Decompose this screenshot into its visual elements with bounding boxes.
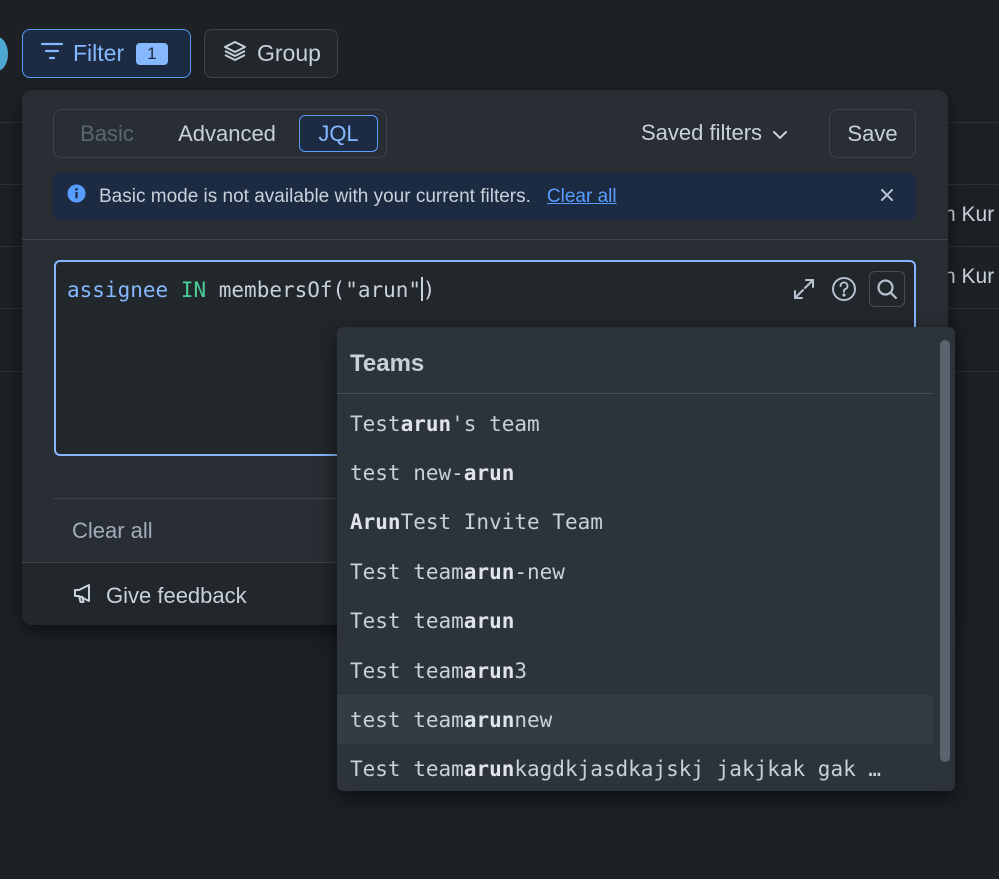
option-text-pre: Test team (350, 757, 464, 782)
tab-jql[interactable]: JQL (299, 115, 378, 152)
feedback-label: Give feedback (106, 583, 247, 608)
group-button[interactable]: Group (204, 29, 338, 78)
table-cell: n Kur (944, 203, 995, 226)
divider (337, 393, 933, 394)
option-text-post: -new (514, 559, 565, 584)
option-text-match: Arun (350, 510, 401, 535)
dropdown-heading: Teams (350, 350, 425, 377)
scrollbar-thumb[interactable] (940, 340, 950, 762)
option-text-post: Test Invite Team (400, 510, 603, 535)
team-option[interactable]: Test team arun kagdkjasdkajskj jakjkak g… (337, 745, 933, 791)
option-text-match: arun (463, 559, 515, 584)
option-text-post: 3 (514, 658, 528, 683)
jql-query: assignee IN membersOf("arun") (67, 277, 435, 302)
option-text-post: 's team (451, 411, 540, 436)
option-text-pre: Test team (350, 559, 464, 584)
mode-switcher: Basic Advanced JQL (53, 109, 387, 158)
team-option[interactable]: test new-arun (337, 448, 933, 497)
search-icon[interactable] (869, 271, 905, 307)
avatar[interactable] (0, 37, 8, 71)
editor-tools (789, 271, 905, 307)
divider (22, 239, 948, 240)
option-text-post: kagdkjasdkajskj jakjkak gak … (514, 757, 882, 782)
option-text-match: arun (463, 460, 515, 485)
team-option[interactable]: Test team arun (337, 597, 933, 646)
option-text-post: new (514, 707, 553, 732)
jql-field-token: assignee (67, 278, 169, 302)
option-text-pre: test team (350, 707, 464, 732)
jql-close-token: ) (422, 278, 436, 302)
tab-basic[interactable]: Basic (59, 115, 155, 152)
scrollbar[interactable] (933, 327, 955, 791)
option-text-match: arun (463, 707, 515, 732)
filter-icon (40, 40, 64, 67)
team-option[interactable]: Test team arun 3 (337, 646, 933, 695)
team-option[interactable]: Test team arun -new (337, 547, 933, 596)
filter-button[interactable]: Filter 1 (22, 29, 191, 78)
megaphone-icon (72, 581, 96, 611)
option-text-match: arun (463, 757, 515, 782)
option-text-match: arun (463, 658, 515, 683)
give-feedback-button[interactable]: Give feedback (72, 581, 247, 611)
filter-count-badge: 1 (136, 42, 168, 65)
info-icon (67, 184, 86, 209)
team-option[interactable]: Arun Test Invite Team (337, 498, 933, 547)
filter-label: Filter (73, 40, 125, 66)
jql-function-token: membersOf("arun" (218, 278, 422, 302)
clear-all-button[interactable]: Clear all (72, 518, 153, 544)
banner-clear-all-link[interactable]: Clear all (547, 186, 617, 208)
info-banner: Basic mode is not available with your cu… (53, 173, 916, 220)
option-text-match: arun (463, 609, 515, 634)
jql-operator-token: IN (180, 278, 207, 302)
team-option[interactable]: Test arun's team (337, 399, 933, 448)
close-icon[interactable] (880, 186, 894, 208)
team-option[interactable]: test team arun new (337, 695, 933, 745)
saved-filters-dropdown[interactable]: Saved filters (641, 120, 788, 146)
expand-icon[interactable] (789, 274, 819, 304)
group-label: Group (257, 40, 321, 66)
table-cell: n Kur (944, 265, 995, 288)
layers-icon (223, 39, 247, 69)
option-text-pre: Test team (350, 609, 464, 634)
save-button[interactable]: Save (829, 109, 916, 158)
option-text-pre: test new- (350, 460, 464, 485)
banner-message: Basic mode is not available with your cu… (99, 185, 531, 207)
chevron-down-icon (772, 120, 788, 146)
option-text-match: arun (400, 411, 452, 436)
teams-autocomplete: Teams Test arun's team test new-arun Arun … (337, 327, 955, 791)
saved-filters-label: Saved filters (641, 120, 763, 145)
help-icon[interactable] (829, 274, 859, 304)
option-text-pre: Test (350, 411, 401, 436)
tab-advanced[interactable]: Advanced (155, 115, 299, 152)
option-text-pre: Test team (350, 658, 464, 683)
